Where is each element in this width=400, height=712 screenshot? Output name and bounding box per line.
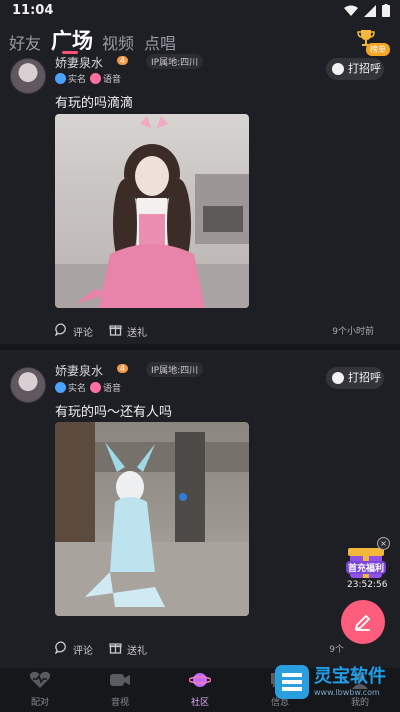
photo-figure	[55, 116, 249, 308]
username[interactable]: 娇妻泉水	[55, 362, 103, 379]
avatar[interactable]	[10, 367, 46, 403]
verified-icon	[55, 382, 66, 393]
badge-verified: 实名	[55, 72, 86, 85]
video-icon	[110, 674, 130, 686]
post-card: 娇妻泉水 4 IP属地:四川 实名 语音 打招呼 有玩的吗～还有人吗 评论 送礼…	[0, 350, 400, 668]
greet-button[interactable]: 打招呼	[326, 58, 384, 80]
promo-close-button[interactable]: ×	[377, 537, 390, 550]
tab-friends[interactable]: 好友	[9, 30, 41, 54]
compose-button[interactable]	[341, 600, 385, 644]
rank-button[interactable]: 榜单	[356, 28, 390, 56]
badge-voice: 语音	[90, 72, 121, 85]
watermark-url: www.lbwbw.com	[314, 688, 380, 697]
watermark-title: 灵宝软件	[314, 666, 386, 687]
badge-voice: 语音	[90, 381, 121, 394]
badge-verified: 实名	[55, 381, 86, 394]
voice-icon	[90, 73, 101, 84]
status-time: 11:04	[12, 3, 54, 18]
status-icons	[344, 4, 390, 17]
planet-icon	[188, 673, 212, 687]
tab-sing[interactable]: 点唱	[144, 30, 176, 54]
avatar[interactable]	[10, 58, 46, 94]
nav-community[interactable]: 社区	[170, 671, 230, 708]
post-time: 9个小时前	[332, 327, 374, 337]
gift-button[interactable]: 送礼	[109, 324, 147, 339]
gift-button[interactable]: 送礼	[109, 642, 147, 657]
watermark: 灵宝软件 www.lbwbw.com	[272, 660, 400, 712]
promo-label: 首充福利	[346, 561, 387, 574]
username[interactable]: 娇妻泉水	[55, 54, 103, 71]
nav-match[interactable]: 配对	[10, 671, 70, 708]
post-text: 有玩的吗滴滴	[55, 96, 134, 111]
post-text: 有玩的吗～还有人吗	[55, 405, 173, 420]
level-badge: 4	[117, 56, 129, 65]
status-bar: 11:04	[0, 0, 400, 24]
voice-icon	[90, 382, 101, 393]
comment-icon	[55, 323, 66, 336]
location-tag: IP属地:四川	[146, 54, 204, 69]
watermark-logo	[275, 665, 309, 699]
gift-icon	[109, 325, 122, 336]
post-time: 9个	[329, 645, 344, 655]
promo-countdown: 23:52:56	[347, 580, 388, 590]
post-image[interactable]	[55, 422, 249, 616]
wifi-icon	[344, 5, 358, 16]
comment-button[interactable]: 评论	[55, 323, 93, 339]
chat-bubble-icon	[332, 63, 344, 75]
tab-video[interactable]: 视频	[102, 30, 134, 54]
level-badge: 4	[117, 364, 129, 373]
photo-figure	[55, 422, 249, 616]
chat-bubble-icon	[332, 372, 344, 384]
greet-button[interactable]: 打招呼	[326, 367, 384, 389]
comment-button[interactable]: 评论	[55, 641, 93, 657]
nav-video[interactable]: 音视	[90, 671, 150, 708]
post-card: 娇妻泉水 4 IP属地:四川 实名 语音 打招呼 有玩的吗滴滴 评论 送礼 9个…	[0, 52, 400, 346]
heartbeat-icon	[29, 671, 51, 688]
location-tag: IP属地:四川	[146, 362, 204, 377]
verified-icon	[55, 73, 66, 84]
feed[interactable]: 娇妻泉水 4 IP属地:四川 实名 语音 打招呼 有玩的吗滴滴 评论 送礼 9个…	[0, 52, 400, 668]
pencil-icon	[354, 614, 371, 631]
signal-icon	[364, 4, 376, 17]
battery-icon	[382, 4, 390, 17]
gift-icon	[109, 643, 122, 654]
post-image[interactable]	[55, 114, 249, 308]
comment-icon	[55, 641, 66, 654]
